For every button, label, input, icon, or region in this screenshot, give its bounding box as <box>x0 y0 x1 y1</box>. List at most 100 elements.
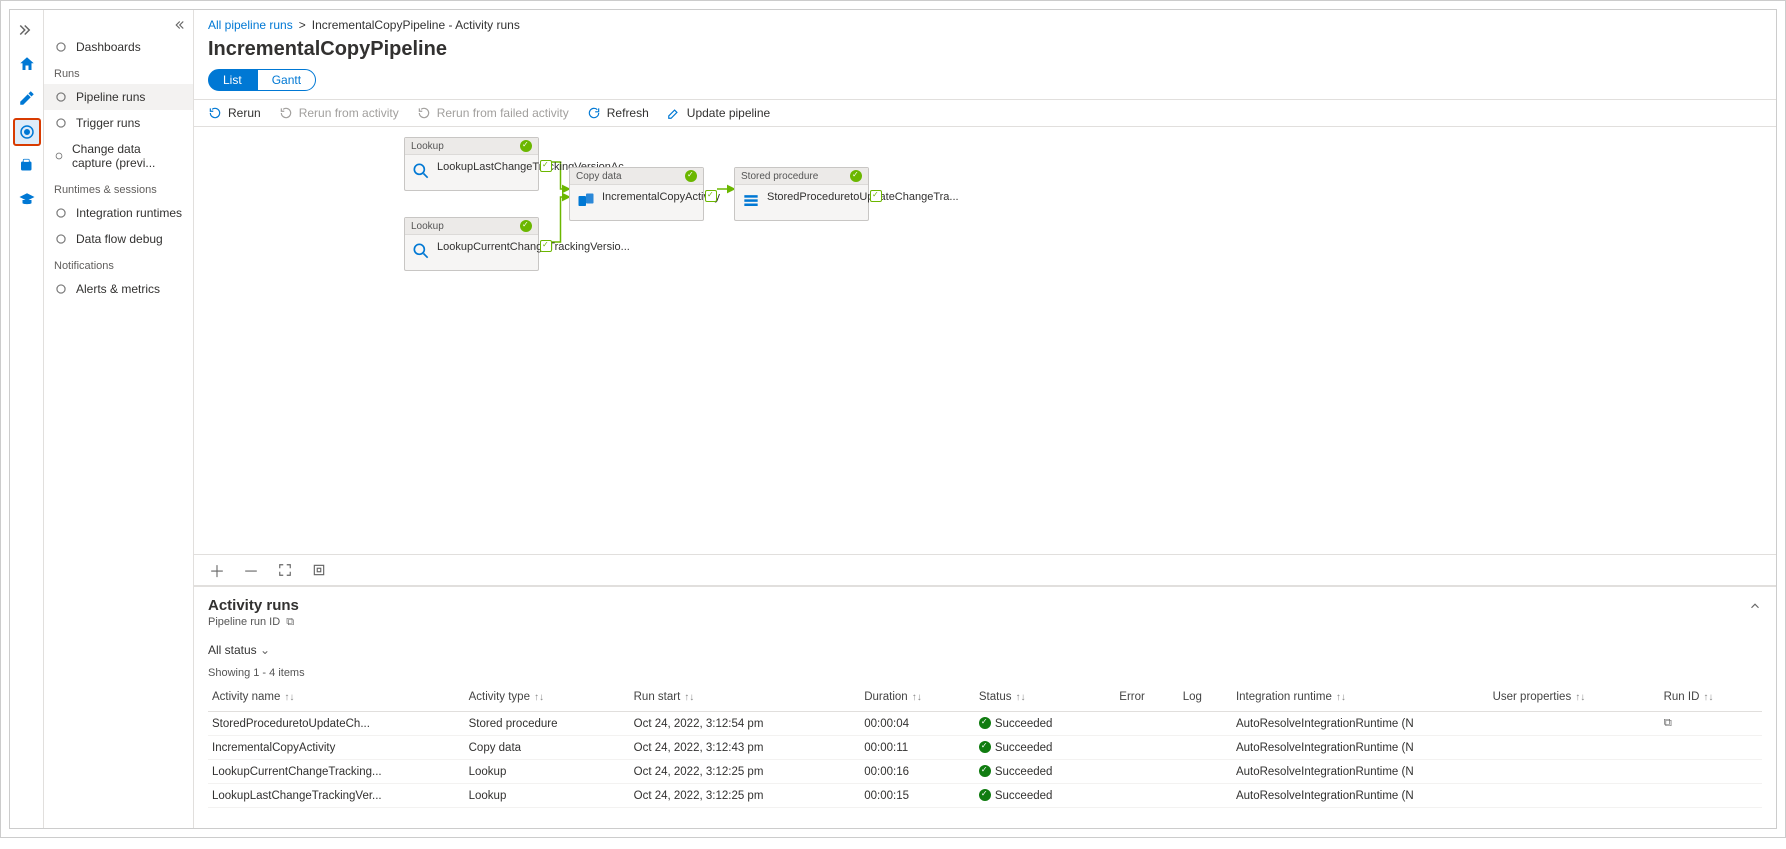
activity-runs-section: Activity runs Pipeline run ID ⧉ All stat… <box>194 586 1776 828</box>
run-id-icon[interactable]: ⧉ <box>1664 717 1672 729</box>
pill-gantt[interactable]: Gantt <box>257 69 316 91</box>
sidebar-item-change-data-capture-previ[interactable]: Change data capture (previ... <box>44 136 193 176</box>
copy-run-id-icon[interactable]: ⧉ <box>286 616 294 628</box>
sort-icon: ↑↓ <box>284 692 294 703</box>
node-n2[interactable]: LookupLookupCurrentChangeTrackingVersio.… <box>404 217 539 271</box>
col-status[interactable]: Status↑↓ <box>975 685 1115 712</box>
table-row[interactable]: LookupLastChangeTrackingVer...LookupOct … <box>208 784 1762 808</box>
toolbar: Rerun Rerun from activity Rerun from fai… <box>194 99 1776 127</box>
rail-monitor[interactable] <box>13 118 41 146</box>
reset-zoom-icon[interactable] <box>310 561 328 579</box>
cell-duration: 00:00:15 <box>860 784 975 808</box>
cell-run-start: Oct 24, 2022, 3:12:54 pm <box>630 712 861 736</box>
sidebar-item-icon <box>54 149 64 163</box>
cell-integration-runtime: AutoResolveIntegrationRuntime (N <box>1232 784 1489 808</box>
zoom-in-icon[interactable]: ＋ <box>208 561 226 579</box>
col-log: Log <box>1179 685 1232 712</box>
breadcrumb-root[interactable]: All pipeline runs <box>208 18 293 32</box>
update-pipeline-label: Update pipeline <box>687 106 770 120</box>
rail-author[interactable] <box>13 84 41 112</box>
sort-icon: ↑↓ <box>1703 692 1713 703</box>
pipeline-canvas[interactable]: LookupLookupLastChangeTrackingVersionAc.… <box>194 127 1776 554</box>
node-n4[interactable]: Stored procedureStoredProceduretoUpdateC… <box>734 167 869 221</box>
cell-run-start: Oct 24, 2022, 3:12:43 pm <box>630 736 861 760</box>
col-label: Run ID <box>1664 691 1700 703</box>
cell-status: Succeeded <box>975 760 1115 784</box>
output-port[interactable] <box>705 190 717 202</box>
lookup-icon <box>411 161 431 184</box>
output-port[interactable] <box>870 190 882 202</box>
rail-manage[interactable] <box>13 152 41 180</box>
cell-activity-type: Copy data <box>465 736 630 760</box>
col-run-id[interactable]: Run ID↑↓ <box>1660 685 1762 712</box>
sidebar-item-integration-runtimes[interactable]: Integration runtimes <box>44 200 193 226</box>
sidebar-item-label: Dashboards <box>76 40 141 54</box>
table-row[interactable]: StoredProceduretoUpdateCh...Stored proce… <box>208 712 1762 736</box>
pill-list[interactable]: List <box>208 69 257 91</box>
col-run-start[interactable]: Run start↑↓ <box>630 685 861 712</box>
activity-runs-heading: Activity runs <box>208 597 1762 614</box>
refresh-label: Refresh <box>607 106 649 120</box>
success-icon <box>979 741 991 753</box>
sidebar-item-trigger-runs[interactable]: Trigger runs <box>44 110 193 136</box>
cell-user-properties <box>1489 712 1660 736</box>
rail-home[interactable] <box>13 50 41 78</box>
rerun-from-failed-button: Rerun from failed activity <box>417 106 569 120</box>
sidebar-group-label: Notifications <box>44 252 193 276</box>
cell-log <box>1179 736 1232 760</box>
cell-integration-runtime: AutoResolveIntegrationRuntime (N <box>1232 736 1489 760</box>
sidebar-collapse-icon[interactable] <box>44 16 193 34</box>
output-port[interactable] <box>540 160 552 172</box>
node-kind: Lookup <box>411 221 444 232</box>
sidebar-item-alerts-metrics[interactable]: Alerts & metrics <box>44 276 193 302</box>
app-root: Dashboards RunsPipeline runs Trigger runs C… <box>9 9 1777 829</box>
main: All pipeline runs > IncrementalCopyPipel… <box>194 10 1776 828</box>
refresh-button[interactable]: Refresh <box>587 106 649 120</box>
success-icon <box>685 170 697 182</box>
table-row[interactable]: LookupCurrentChangeTracking...LookupOct … <box>208 760 1762 784</box>
sort-icon: ↑↓ <box>1575 692 1585 703</box>
rail-learn[interactable] <box>13 186 41 214</box>
fit-icon[interactable] <box>276 561 294 579</box>
sidebar-item-data-flow-debug[interactable]: Data flow debug <box>44 226 193 252</box>
cell-duration: 00:00:11 <box>860 736 975 760</box>
update-pipeline-button[interactable]: Update pipeline <box>667 106 770 120</box>
success-icon <box>850 170 862 182</box>
col-integration-runtime[interactable]: Integration runtime↑↓ <box>1232 685 1489 712</box>
status-filter[interactable]: All status ⌄ <box>208 639 1762 667</box>
view-pills: List Gantt <box>194 69 1776 99</box>
col-duration[interactable]: Duration ↑↓ <box>860 685 975 712</box>
sort-icon: ↑↓ <box>912 692 922 703</box>
result-count: Showing 1 - 4 items <box>208 667 1762 685</box>
rerun-from-failed-label: Rerun from failed activity <box>437 106 569 120</box>
col-user-properties[interactable]: User properties↑↓ <box>1489 685 1660 712</box>
cell-log <box>1179 712 1232 736</box>
sidebar-item-label: Data flow debug <box>76 232 163 246</box>
node-n1[interactable]: LookupLookupLastChangeTrackingVersionAc.… <box>404 137 539 191</box>
table-row[interactable]: IncrementalCopyActivityCopy dataOct 24, … <box>208 736 1762 760</box>
rail-expand-icon[interactable] <box>13 16 41 44</box>
col-label: Duration <box>864 691 907 703</box>
node-kind: Copy data <box>576 171 622 182</box>
sidebar: Dashboards RunsPipeline runs Trigger runs C… <box>44 10 194 828</box>
collapse-activity-runs-icon[interactable] <box>1748 599 1762 616</box>
sidebar-item-pipeline-runs[interactable]: Pipeline runs <box>44 84 193 110</box>
output-port[interactable] <box>540 240 552 252</box>
zoom-out-icon[interactable]: － <box>242 561 260 579</box>
sidebar-group-label: Runs <box>44 60 193 84</box>
col-activity-type[interactable]: Activity type↑↓ <box>465 685 630 712</box>
cell-run-id <box>1660 760 1762 784</box>
cell-activity-name: StoredProceduretoUpdateCh... <box>208 712 465 736</box>
cell-error <box>1115 784 1178 808</box>
col-activity-name[interactable]: Activity name↑↓ <box>208 685 465 712</box>
node-n3[interactable]: Copy dataIncrementalCopyActivity <box>569 167 704 221</box>
canvas-tools: ＋ － <box>194 554 1776 586</box>
sidebar-item-dashboards[interactable]: Dashboards <box>44 34 193 60</box>
sidebar-item-label: Trigger runs <box>76 116 140 130</box>
cell-activity-type: Stored procedure <box>465 712 630 736</box>
cell-duration: 00:00:04 <box>860 712 975 736</box>
left-rail <box>10 10 44 828</box>
rerun-label: Rerun <box>228 106 261 120</box>
rerun-button[interactable]: Rerun <box>208 106 261 120</box>
cell-activity-name: LookupLastChangeTrackingVer... <box>208 784 465 808</box>
